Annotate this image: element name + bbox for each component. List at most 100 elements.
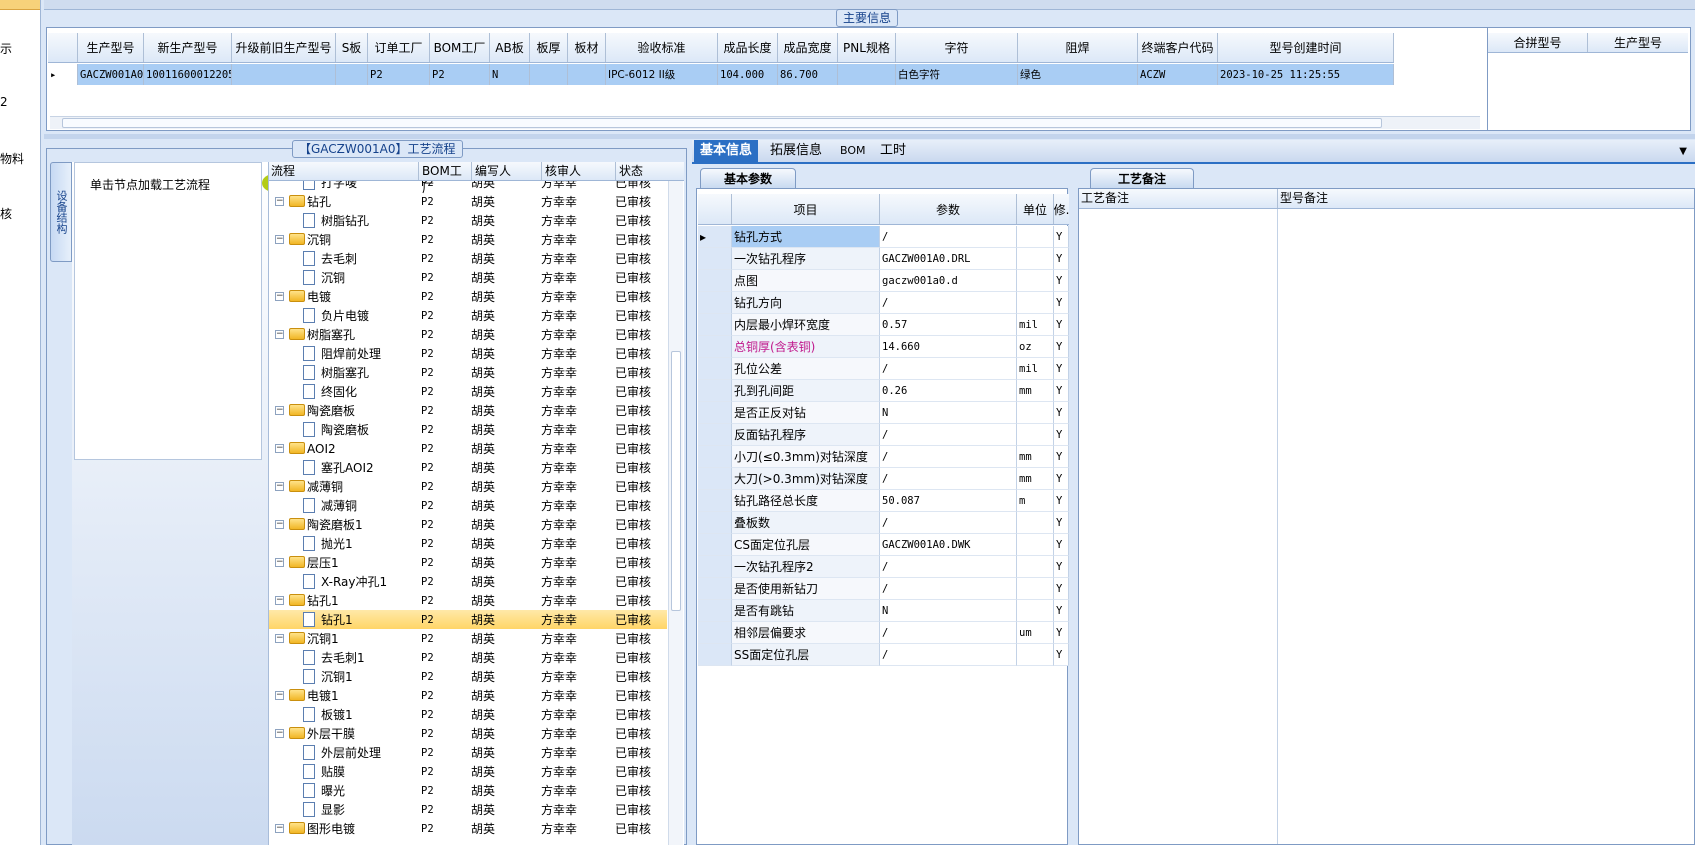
tree-row[interactable]: 沉铜1 P2 胡英 方幸幸 已审核: [269, 667, 667, 686]
param-cell-unit[interactable]: mil: [1017, 314, 1054, 336]
param-row[interactable]: 总铜厚(含表铜) 14.660 oz Y: [698, 336, 1069, 358]
merge-header[interactable]: 合拼型号: [1488, 33, 1588, 52]
left-nav-item[interactable]: 核: [0, 205, 12, 222]
param-row[interactable]: 反面钻孔程序 / Y: [698, 424, 1069, 446]
param-cell-flag[interactable]: Y: [1054, 600, 1069, 622]
param-row[interactable]: 钻孔路径总长度 50.087 m Y: [698, 490, 1069, 512]
collapse-icon[interactable]: −: [275, 235, 284, 244]
remarks-header-cell[interactable]: 工艺备注: [1079, 189, 1278, 208]
param-row[interactable]: 一次钻孔程序 GACZW001A0.DRL Y: [698, 248, 1069, 270]
param-cell-value[interactable]: 50.087: [880, 490, 1017, 512]
param-cell-value[interactable]: /: [880, 556, 1017, 578]
param-cell-value[interactable]: 14.660: [880, 336, 1017, 358]
main-row-cell[interactable]: 104.000: [718, 64, 778, 85]
tree-header-cell[interactable]: 编写人: [472, 162, 542, 180]
param-cell-item[interactable]: 相邻层偏要求: [732, 622, 880, 644]
tree-row[interactable]: 塞孔AOI2 P2 胡英 方幸幸 已审核: [269, 458, 667, 477]
tree-row[interactable]: − 层压1 P2 胡英 方幸幸 已审核: [269, 553, 667, 572]
main-header-cell[interactable]: 生产型号: [78, 33, 144, 62]
tree-row[interactable]: − 电镀1 P2 胡英 方幸幸 已审核: [269, 686, 667, 705]
tree-header-cell[interactable]: BOM工厂: [419, 162, 472, 195]
param-cell-value[interactable]: 0.57: [880, 314, 1017, 336]
param-cell-item[interactable]: 是否有跳钻: [732, 600, 880, 622]
main-row-cell[interactable]: P2: [430, 64, 490, 85]
main-row-cell[interactable]: [838, 64, 896, 85]
param-cell-flag[interactable]: Y: [1054, 380, 1069, 402]
main-row-cell[interactable]: N: [490, 64, 530, 85]
param-cell-unit[interactable]: [1017, 512, 1054, 534]
param-cell-item[interactable]: 钻孔方向: [732, 292, 880, 314]
collapse-icon[interactable]: −: [275, 444, 284, 453]
param-row[interactable]: 相邻层偏要求 / um Y: [698, 622, 1069, 644]
model-remarks-textarea[interactable]: [1278, 209, 1694, 844]
param-cell-value[interactable]: /: [880, 292, 1017, 314]
main-row-cell[interactable]: [232, 64, 336, 85]
main-header-cell[interactable]: 板厚: [530, 33, 568, 62]
main-row-cell[interactable]: IPC-6012 II级: [606, 64, 718, 85]
param-cell-item[interactable]: 钻孔方式: [732, 226, 880, 248]
scrollbar-thumb[interactable]: [62, 118, 1382, 128]
param-cell-unit[interactable]: [1017, 644, 1054, 666]
param-cell-flag[interactable]: Y: [1054, 534, 1069, 556]
param-cell-unit[interactable]: mm: [1017, 446, 1054, 468]
param-cell-flag[interactable]: Y: [1054, 622, 1069, 644]
tree-row[interactable]: − AOI2 P2 胡英 方幸幸 已审核: [269, 439, 667, 458]
main-row-cell[interactable]: 绿色: [1018, 64, 1138, 85]
tree-row[interactable]: 外层前处理 P2 胡英 方幸幸 已审核: [269, 743, 667, 762]
param-cell-flag[interactable]: Y: [1054, 336, 1069, 358]
main-row-cell[interactable]: ACZW: [1138, 64, 1218, 85]
param-cell-flag[interactable]: Y: [1054, 446, 1069, 468]
param-cell-unit[interactable]: [1017, 402, 1054, 424]
param-cell-value[interactable]: /: [880, 468, 1017, 490]
collapse-icon[interactable]: −: [275, 596, 284, 605]
param-cell-unit[interactable]: [1017, 600, 1054, 622]
param-cell-flag[interactable]: Y: [1054, 270, 1069, 292]
param-cell-item[interactable]: 孔位公差: [732, 358, 880, 380]
tree-row[interactable]: − 图形电镀 P2 胡英 方幸幸 已审核: [269, 819, 667, 838]
param-cell-item[interactable]: 一次钻孔程序: [732, 248, 880, 270]
param-row[interactable]: 一次钻孔程序2/ Y: [698, 556, 1069, 578]
tree-row[interactable]: 沉铜 P2 胡英 方幸幸 已审核: [269, 268, 667, 287]
main-header-cell[interactable]: 验收标准: [606, 33, 718, 62]
collapse-icon[interactable]: −: [275, 558, 284, 567]
collapse-icon[interactable]: −: [275, 482, 284, 491]
collapse-icon[interactable]: −: [275, 634, 284, 643]
param-row[interactable]: 小刀(≤0.3mm)对钻深度 / mm Y: [698, 446, 1069, 468]
main-header-cell[interactable]: 新生产型号: [144, 33, 232, 62]
param-cell-flag[interactable]: Y: [1054, 556, 1069, 578]
collapse-icon[interactable]: −: [275, 691, 284, 700]
param-cell-item[interactable]: SS面定位孔层: [732, 644, 880, 666]
tree-row[interactable]: − 钻孔1 P2 胡英 方幸幸 已审核: [269, 591, 667, 610]
tree-row[interactable]: − 陶瓷磨板 P2 胡英 方幸幸 已审核: [269, 401, 667, 420]
left-nav-item[interactable]: 示: [0, 40, 12, 57]
tree-row[interactable]: 板镀1 P2 胡英 方幸幸 已审核: [269, 705, 667, 724]
tree-row[interactable]: 钻孔1 P2 胡英 方幸幸 已审核: [269, 610, 667, 629]
main-row-cell[interactable]: [336, 64, 368, 85]
main-header-cell[interactable]: S板: [336, 33, 368, 62]
splitter[interactable]: [44, 134, 1695, 139]
horizontal-scrollbar[interactable]: [50, 116, 1480, 129]
param-cell-flag[interactable]: Y: [1054, 490, 1069, 512]
param-cell-item[interactable]: 叠板数: [732, 512, 880, 534]
params-header-cell[interactable]: 单位: [1017, 194, 1054, 224]
param-cell-unit[interactable]: [1017, 578, 1054, 600]
main-header-cell[interactable]: AB板: [490, 33, 530, 62]
param-cell-value[interactable]: 0.26: [880, 380, 1017, 402]
param-cell-flag[interactable]: Y: [1054, 292, 1069, 314]
tree-row[interactable]: 去毛刺 P2 胡英 方幸幸 已审核: [269, 249, 667, 268]
tree-row[interactable]: 终固化 P2 胡英 方幸幸 已审核: [269, 382, 667, 401]
params-header-cell[interactable]: 修.: [1054, 194, 1070, 224]
param-row[interactable]: 是否有跳钻 N Y: [698, 600, 1069, 622]
main-header-cell[interactable]: 终端客户代码: [1138, 33, 1218, 62]
param-cell-value[interactable]: /: [880, 358, 1017, 380]
param-cell-item[interactable]: CS面定位孔层: [732, 534, 880, 556]
main-header-cell[interactable]: 字符: [896, 33, 1018, 62]
tree-row[interactable]: − 沉铜 P2 胡英 方幸幸 已审核: [269, 230, 667, 249]
main-row-cell[interactable]: GACZW001A0: [78, 64, 144, 85]
tree-row[interactable]: 曝光 P2 胡英 方幸幸 已审核: [269, 781, 667, 800]
tree-row[interactable]: − 钻孔 P2 胡英 方幸幸 已审核: [269, 192, 667, 211]
param-cell-value[interactable]: /: [880, 446, 1017, 468]
tab-bom[interactable]: BOM: [834, 140, 872, 162]
param-row[interactable]: CS面定位孔层 GACZW001A0.DWK Y: [698, 534, 1069, 556]
param-cell-flag[interactable]: Y: [1054, 226, 1069, 248]
